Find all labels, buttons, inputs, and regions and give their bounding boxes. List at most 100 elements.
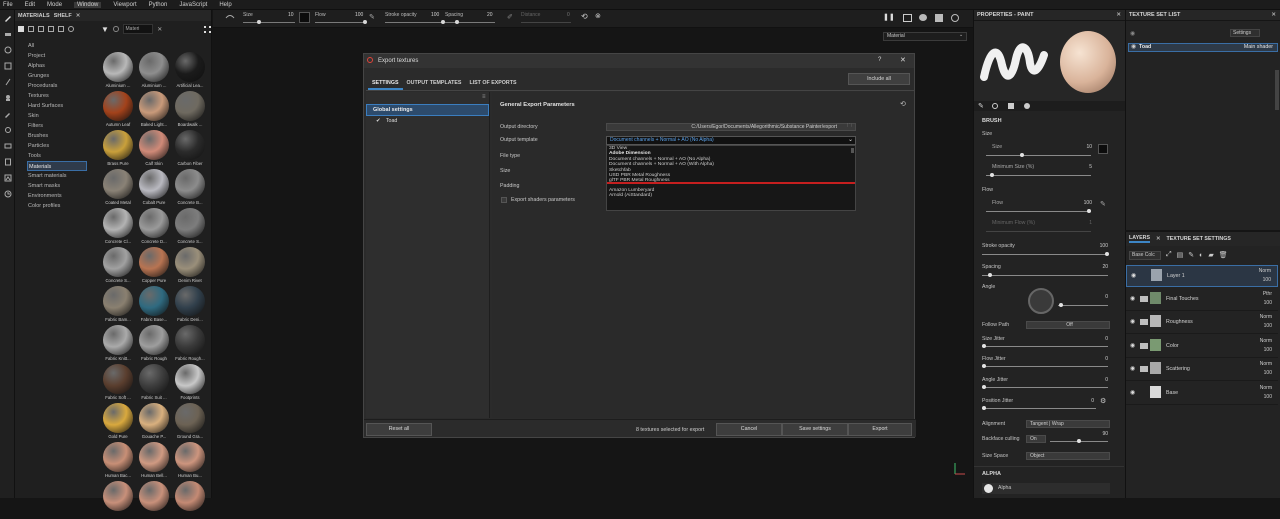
export-shaders-checkbox[interactable] (501, 197, 507, 203)
shelf-category-grunges[interactable]: Grunges (27, 71, 87, 81)
jitter-settings-icon[interactable]: ⚙ (1100, 397, 1106, 405)
layer-opacity[interactable]: 100 (1264, 300, 1272, 306)
delete-layer-icon[interactable]: 🗑 (1219, 251, 1228, 259)
material-filter-icon[interactable] (112, 26, 119, 32)
menu-item-viewport[interactable]: Viewport (113, 2, 136, 8)
display-mode-icon[interactable] (935, 14, 943, 22)
tab-output-templates[interactable]: OUTPUT TEMPLATES (403, 76, 466, 90)
spacing-knob[interactable] (988, 273, 992, 277)
shelf-category-project[interactable]: Project (27, 51, 87, 61)
shelf-category-tools[interactable]: Tools (27, 151, 87, 161)
texture-set-scrollbar[interactable] (1275, 70, 1279, 110)
shelf-category-hard-surfaces[interactable]: Hard Surfaces (27, 101, 87, 111)
pause-icon[interactable]: ❚❚ (883, 13, 895, 21)
layer-row[interactable]: ◉ Roughness Norm 100 (1126, 312, 1278, 334)
material-item[interactable]: Brass Pure (101, 130, 135, 168)
folder-icon[interactable] (1140, 295, 1148, 302)
layer-blend-mode[interactable]: Norm (1260, 314, 1272, 320)
shelf-category-smart-masks[interactable]: Smart masks (27, 181, 87, 191)
material-item[interactable]: Human Bu... (173, 442, 207, 480)
cancel-button[interactable]: Cancel (716, 423, 782, 436)
symmetry-toggle-icon[interactable]: ⟲ (581, 12, 588, 21)
menu-item-edit[interactable]: Edit (25, 2, 35, 8)
alignment-select[interactable]: Tangent | Wrap (1026, 420, 1110, 428)
channel-select[interactable]: Base Colc (1129, 250, 1161, 260)
flow-pen-icon[interactable]: ✎ (1100, 200, 1106, 208)
spacing-slider[interactable] (445, 22, 495, 23)
new-file-icon[interactable] (28, 26, 34, 32)
eye-icon[interactable]: ◉ (1130, 365, 1138, 372)
stroke-opacity-slider[interactable] (982, 254, 1108, 255)
display-settings-icon[interactable] (0, 138, 15, 154)
material-tab-icon[interactable] (1024, 103, 1030, 109)
menu-item-file[interactable]: File (3, 2, 13, 8)
material-item[interactable]: Ground Gra... (173, 403, 207, 441)
texture-set-settings-select[interactable]: Settings (1230, 29, 1260, 37)
material-item[interactable]: Copper Pure (137, 247, 171, 285)
flow-slider[interactable] (315, 22, 365, 23)
dropdown-scrollbar[interactable] (851, 148, 854, 154)
minimum-size-knob[interactable] (990, 173, 994, 177)
material-item[interactable]: Concrete S... (101, 247, 135, 285)
size-slider-knob[interactable] (257, 20, 261, 24)
folder-icon[interactable] (18, 26, 24, 32)
lazy-mouse-icon[interactable]: ✐ (507, 13, 513, 21)
flow-slider-knob[interactable] (363, 20, 367, 24)
shelf-category-alphas[interactable]: Alphas (27, 61, 87, 71)
spacing-slider[interactable] (982, 275, 1108, 276)
material-item[interactable]: Fabric Deni... (173, 286, 207, 324)
eye-icon[interactable]: ◉ (1130, 342, 1138, 349)
shader-settings-icon[interactable] (0, 170, 15, 186)
size-slider[interactable] (243, 22, 295, 23)
layer-blend-mode[interactable]: Norm (1260, 385, 1272, 391)
material-item[interactable]: Autumn Leaf (101, 91, 135, 129)
screenshot-icon[interactable] (903, 14, 912, 22)
stroke-opacity-slider[interactable] (385, 22, 443, 23)
texture-set-item[interactable]: ✔ Toad (366, 116, 489, 126)
angle-dial[interactable] (1028, 288, 1054, 314)
distance-slider[interactable] (521, 22, 571, 23)
layer-blend-mode[interactable]: Pthr (1263, 291, 1272, 297)
material-item[interactable]: Denim Rivet (173, 247, 207, 285)
shelf-search-input[interactable]: Materi (122, 24, 154, 34)
material-item[interactable]: Fabric Rough (137, 325, 171, 363)
material-picker-tool-icon[interactable] (0, 106, 15, 122)
reset-parameters-icon[interactable]: ⟲ (900, 100, 906, 108)
list-options-icon[interactable]: ≡ (482, 94, 486, 100)
material-item[interactable]: Cobalt Pure (137, 169, 171, 207)
add-paint-layer-icon[interactable]: ✎ (1188, 251, 1194, 259)
shelf-category-skin[interactable]: Skin (27, 111, 87, 121)
tab-layers[interactable]: LAYERS (1129, 235, 1150, 243)
flow-jitter-knob[interactable] (982, 364, 986, 368)
export-button[interactable]: Export (848, 423, 912, 436)
size-jitter-knob[interactable] (982, 344, 986, 348)
clone-tool-icon[interactable] (0, 90, 15, 106)
layer-blend-mode[interactable]: Norm (1260, 361, 1272, 367)
shelf-category-textures[interactable]: Textures (27, 91, 87, 101)
alpha-row[interactable]: Alpha (982, 483, 1110, 494)
smudge-tool-icon[interactable] (0, 74, 15, 90)
filter-icon[interactable]: ▼ (101, 25, 109, 34)
close-icon[interactable]: ✕ (1116, 10, 1121, 21)
material-item[interactable]: Boardwalk ... (173, 91, 207, 129)
close-icon[interactable]: ✕ (1271, 10, 1276, 21)
material-item[interactable] (173, 481, 207, 519)
follow-path-toggle[interactable]: Off (1026, 321, 1110, 329)
angle-jitter-knob[interactable] (982, 385, 986, 389)
history-icon[interactable] (0, 186, 15, 202)
material-item[interactable]: Fabric Base... (137, 286, 171, 324)
template-option[interactable]: Arnold (AiStandard) (607, 193, 855, 198)
layer-opacity[interactable]: 100 (1264, 323, 1272, 329)
eye-icon[interactable]: ◉ (1130, 389, 1138, 396)
flow-slider-knob[interactable] (1087, 209, 1091, 213)
flow-jitter-slider[interactable] (982, 366, 1108, 367)
layer-opacity[interactable]: 100 (1264, 347, 1272, 353)
layer-row[interactable]: ◉ Base Norm 100 (1126, 383, 1278, 405)
size-slider[interactable] (986, 155, 1091, 156)
visibility-icon[interactable]: ◉ (1130, 30, 1135, 37)
pen-pressure-icon[interactable] (1098, 144, 1108, 154)
material-item[interactable]: Carbon Fiber (173, 130, 207, 168)
eye-icon[interactable]: ◉ (1131, 272, 1139, 279)
material-item[interactable]: Gold Pure (101, 403, 135, 441)
material-item[interactable]: Fabric Rough... (173, 325, 207, 363)
